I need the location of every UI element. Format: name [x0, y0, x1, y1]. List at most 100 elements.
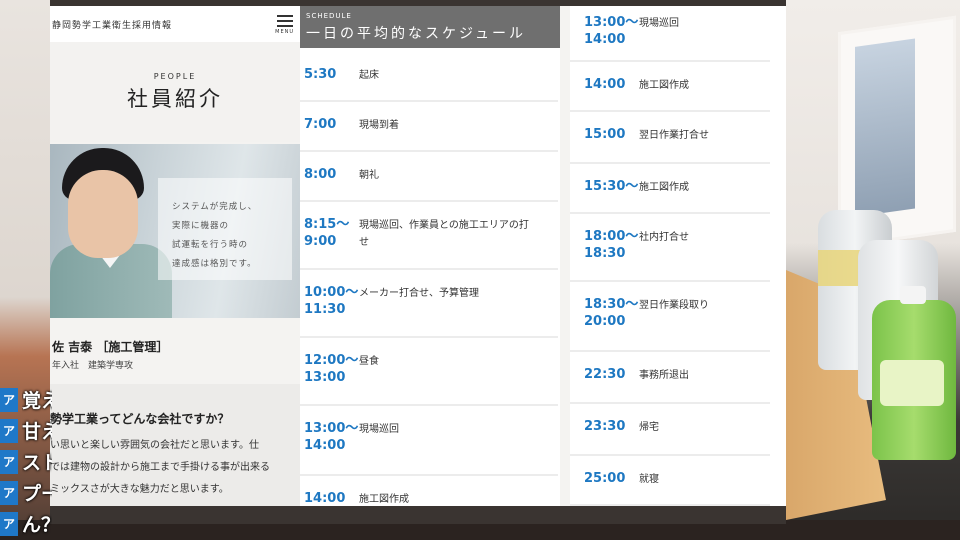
schedule-time: 25:00 [584, 471, 626, 486]
schedule-activity: 施工図作成 [639, 178, 689, 212]
schedule-row: 22:30 事務所退出 [570, 352, 770, 404]
chat-user-badge: ア [0, 418, 18, 443]
schedule-activity: 社内打合せ [639, 228, 689, 280]
schedule-activity: 帰宅 [639, 418, 659, 454]
schedule-activity: 翌日作業段取り [639, 296, 709, 350]
schedule-activity-text: 現場巡回 [359, 424, 399, 435]
site-header: 静岡勢学工業衛生採用情報 MENU [50, 6, 300, 42]
schedule-time: 7:00 [304, 117, 337, 132]
schedule-row: 7:00 現場到着 [300, 102, 558, 152]
quote-line: 実際に機器の [172, 221, 230, 231]
schedule-activity-text: 施工図作成 [359, 494, 409, 505]
employee-name: 佐 吉泰 ［施工管理］ [52, 340, 169, 354]
menu-button[interactable]: MENU [275, 13, 294, 35]
schedule-time: 10:00～ 11:30 [304, 285, 359, 317]
schedule-row: 10:00～ 11:30 メーカー打合せ、予算管理 [300, 270, 558, 338]
employee-face [68, 170, 138, 258]
schedule-row: 18:30～ 20:00 翌日作業段取り [570, 282, 770, 352]
schedule-time: 15:30～ [584, 179, 639, 194]
schedule-time: 8:15～ 9:00 [304, 217, 350, 249]
people-column: 静岡勢学工業衛生採用情報 MENU PEOPLE 社員紹介 システムが完成し、 … [50, 6, 300, 506]
employee-photo: システムが完成し、 実際に機器の 試運転を行う時の 達成感は格別です。 [50, 144, 300, 318]
people-label: PEOPLE [153, 72, 197, 81]
chat-user-badge: ア [0, 511, 18, 536]
schedule-activity: 現場巡回 [359, 420, 399, 474]
chat-message: アん？ [0, 508, 52, 539]
schedule-row: 13:00～ 14:00 現場巡回 [570, 6, 770, 62]
schedule-time: 22:30 [584, 367, 626, 382]
people-heading: PEOPLE 社員紹介 [50, 42, 300, 142]
schedule-time: 13:00～ 14:00 [304, 421, 359, 453]
faq-box: 勢学工業ってどんな会社ですか？ い思いと楽しい雰囲気の会社だと思います。仕 では… [50, 384, 300, 506]
schedule-row: 14:00 施工図作成 [300, 476, 558, 506]
chat-message-text: 覚え [22, 390, 52, 412]
hamburger-icon-bar [276, 19, 293, 22]
schedule-time: 18:00～ 18:30 [584, 229, 639, 261]
schedule-activity-text: 翌日作業打合せ [639, 130, 709, 141]
schedule-row: 23:30 帰宅 [570, 404, 770, 456]
tablet-device: 静岡勢学工業衛生採用情報 MENU PEOPLE 社員紹介 システムが完成し、 … [50, 0, 786, 524]
chat-message-text: 甘え [22, 421, 52, 443]
schedule-activity: 現場巡回、作業員との施工エリアの打せ [359, 216, 529, 268]
employee-dept: 年入社 建築学専攻 [52, 361, 134, 371]
quote-line: 達成感は格別です。 [172, 259, 257, 269]
tablet-screen: 静岡勢学工業衛生採用情報 MENU PEOPLE 社員紹介 システムが完成し、 … [50, 6, 786, 506]
schedule-time: 12:00～ 13:00 [304, 353, 359, 385]
schedule-activity-text: 事務所退出 [639, 370, 689, 381]
schedule-time: 14:00 [304, 491, 346, 506]
schedule-activity: 昼食 [359, 352, 379, 404]
hamburger-icon-bar [276, 24, 293, 27]
schedule-row: 12:00～ 13:00 昼食 [300, 338, 558, 406]
schedule-activity-text: 朝礼 [359, 170, 379, 181]
faq-answer-line: ミックスさが大きな魅力だと思います。 [50, 484, 229, 495]
chat-user-badge: ア [0, 480, 18, 505]
chat-overlay: ア覚え ア甘え アスト アプー アん？ [0, 384, 52, 539]
chat-message: アスト [0, 446, 52, 477]
schedule-activity-text: 帰宅 [639, 422, 659, 433]
chat-message-text: スト [22, 452, 52, 474]
schedule-row: 15:30～ 施工図作成 [570, 164, 770, 214]
schedule-column-right: 13:00～ 14:00 現場巡回 14:00 施工図作成 15:00 翌日作業打合せ 15… [570, 6, 786, 506]
schedule-activity-text: メーカー打合せ、予算管理 [359, 288, 479, 299]
menu-label: MENU [275, 29, 294, 35]
schedule-row: 15:00 翌日作業打合せ [570, 112, 770, 164]
schedule-row: 5:30 起床 [300, 52, 558, 102]
schedule-time: 15:00 [584, 127, 626, 142]
schedule-row: 8:00 朝礼 [300, 152, 558, 202]
site-title[interactable]: 静岡勢学工業衛生採用情報 [52, 18, 172, 31]
schedule-activity: 施工図作成 [359, 490, 409, 506]
chat-message: ア覚え [0, 384, 52, 415]
faq-answer-line: い思いと楽しい雰囲気の会社だと思います。仕 [50, 440, 259, 451]
chat-message-text: ん？ [22, 514, 52, 536]
schedule-activity-text: 現場到着 [359, 120, 399, 131]
schedule-activity: 事務所退出 [639, 366, 689, 402]
schedule-time: 14:00 [584, 77, 626, 92]
schedule-time: 18:30～ 20:00 [584, 297, 639, 329]
chat-message-text: プー [22, 483, 52, 505]
schedule-time: 5:30 [304, 67, 337, 82]
schedule-row: 8:15～ 9:00 現場巡回、作業員との施工エリアの打せ [300, 202, 558, 270]
schedule-row: 14:00 施工図作成 [570, 62, 770, 112]
schedule-label: SCHEDULE [306, 12, 352, 20]
chat-user-badge: ア [0, 449, 18, 474]
schedule-row: 25:00 就寝 [570, 456, 770, 506]
faq-answer: い思いと楽しい雰囲気の会社だと思います。仕 では建物の設計から施工まで手掛ける事… [50, 435, 300, 501]
schedule-activity-text: 現場巡回 [639, 18, 679, 29]
faq-question: 勢学工業ってどんな会社ですか？ [50, 412, 230, 426]
schedule-activity-text: 施工図作成 [639, 182, 689, 193]
schedule-time: 23:30 [584, 419, 626, 434]
faq-answer-line: では建物の設計から施工まで手掛ける事が出来る [50, 462, 270, 473]
chat-message: アプー [0, 477, 52, 508]
schedule-activity-text: 就寝 [639, 474, 659, 485]
schedule-activity-text: せ [359, 237, 369, 248]
schedule-activity: 翌日作業打合せ [639, 126, 709, 162]
schedule-row: 18:00～ 18:30 社内打合せ [570, 214, 770, 282]
chat-user-badge: ア [0, 387, 18, 412]
schedule-activity: 現場巡回 [639, 14, 679, 60]
schedule-column-left: SCHEDULE 一日の平均的なスケジュール 5:30 起床 7:00 現場到着 8:0… [300, 6, 560, 506]
schedule-activity-text: 施工図作成 [639, 80, 689, 91]
schedule-activity-text: 昼食 [359, 356, 379, 367]
schedule-activity: 施工図作成 [639, 76, 689, 110]
schedule-activity: 起床 [359, 66, 379, 100]
schedule-activity: 就寝 [639, 470, 659, 504]
